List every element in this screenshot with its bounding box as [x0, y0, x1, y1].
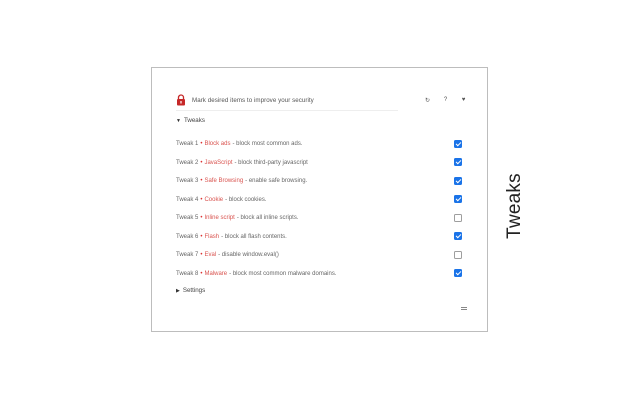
tweak-number: Tweak 2	[176, 159, 199, 166]
bullet-separator: •	[200, 178, 203, 185]
tweaks-section-toggle[interactable]: ▼ Tweaks	[176, 117, 205, 124]
tweak-number: Tweak 5	[176, 215, 199, 222]
menu-icon[interactable]	[461, 307, 467, 312]
tweak-checkbox[interactable]	[454, 232, 462, 240]
help-icon[interactable]: ?	[441, 96, 450, 105]
tweak-description: - block third-party javascript	[234, 159, 308, 166]
tweak-number: Tweak 3	[176, 178, 199, 185]
tweak-number: Tweak 8	[176, 270, 199, 277]
tweak-list: Tweak 1 • Block ads - block most common ads…	[176, 135, 468, 283]
bullet-separator: •	[200, 141, 203, 148]
tweak-row: Tweak 7 • Eval - disable window.eval()	[176, 246, 468, 265]
bullet-separator: •	[200, 215, 203, 222]
header-row: Mark desired items to improve your secur…	[176, 93, 468, 107]
tweak-name: Eval	[204, 252, 217, 259]
tweak-checkbox[interactable]	[454, 176, 462, 185]
tweak-number: Tweak 6	[176, 233, 199, 240]
tweak-description: - block all inline scripts.	[236, 215, 299, 222]
tweak-description: - block all flash contents.	[221, 233, 287, 240]
tweak-name: Malware	[204, 270, 228, 277]
tweak-row: Tweak 6 • Flash - block all flash contents.	[176, 228, 468, 247]
tweak-row: Tweak 4 • Cookie - block cookies.	[176, 191, 468, 210]
collapsed-triangle-icon: ▶	[176, 287, 180, 294]
refresh-icon[interactable]: ↻	[423, 96, 432, 105]
tweak-checkbox[interactable]	[454, 250, 462, 259]
header-text: Mark desired items to improve your secur…	[192, 96, 314, 104]
tweak-description: - enable safe browsing.	[245, 178, 308, 185]
tweak-row: Tweak 1 • Block ads - block most common ads…	[176, 135, 468, 154]
tweak-name: Cookie	[204, 196, 224, 203]
expanded-triangle-icon: ▼	[176, 117, 181, 124]
tweak-row: Tweak 2 • JavaScript - block third-party ja…	[176, 154, 468, 173]
tweak-checkbox[interactable]	[454, 213, 462, 222]
tweak-row: Tweak 8 • Malware - block most common malwa…	[176, 265, 468, 284]
tweak-checkbox[interactable]	[454, 195, 462, 203]
bullet-separator: •	[200, 159, 203, 166]
tweak-row: Tweak 3 • Safe Browsing - enable safe brows…	[176, 172, 468, 191]
header-divider	[176, 110, 398, 111]
lock-icon	[176, 94, 186, 106]
screenshot-stage: Mark desired items to improve your secur…	[0, 0, 640, 400]
side-title-text: Tweaks	[504, 173, 525, 239]
bullet-separator: •	[200, 233, 203, 240]
tweak-checkbox[interactable]	[454, 269, 462, 277]
tweak-name: Safe Browsing	[204, 178, 244, 185]
heart-icon[interactable]: ♥	[459, 96, 468, 105]
tweak-name: Flash	[204, 233, 220, 240]
tweak-name: Block ads	[204, 141, 231, 148]
tweak-description: - block cookies.	[225, 196, 267, 203]
settings-section-label: Settings	[182, 287, 206, 294]
tweak-number: Tweak 7	[176, 252, 199, 259]
tweak-description: - disable window.eval()	[218, 252, 279, 259]
settings-section-toggle[interactable]: ▶ Settings	[176, 287, 205, 294]
tweak-description: - block most common ads.	[232, 141, 303, 148]
tweak-checkbox[interactable]	[454, 158, 462, 166]
tweak-name: Inline script	[204, 215, 235, 222]
tweaks-section-label: Tweaks	[183, 117, 205, 124]
tweak-number: Tweak 4	[176, 196, 199, 203]
tweak-name: JavaScript	[204, 159, 233, 166]
tweak-row: Tweak 5 • Inline script - block all inline …	[176, 209, 468, 228]
tweak-description: - block most common malware domains.	[229, 270, 337, 277]
tweak-number: Tweak 1	[176, 141, 199, 148]
side-title: Tweaks	[494, 173, 536, 239]
bullet-separator: •	[200, 196, 203, 203]
popup-panel: Mark desired items to improve your secur…	[151, 67, 488, 332]
tweak-checkbox[interactable]	[454, 139, 462, 148]
bullet-separator: •	[200, 270, 203, 277]
bullet-separator: •	[200, 252, 203, 259]
